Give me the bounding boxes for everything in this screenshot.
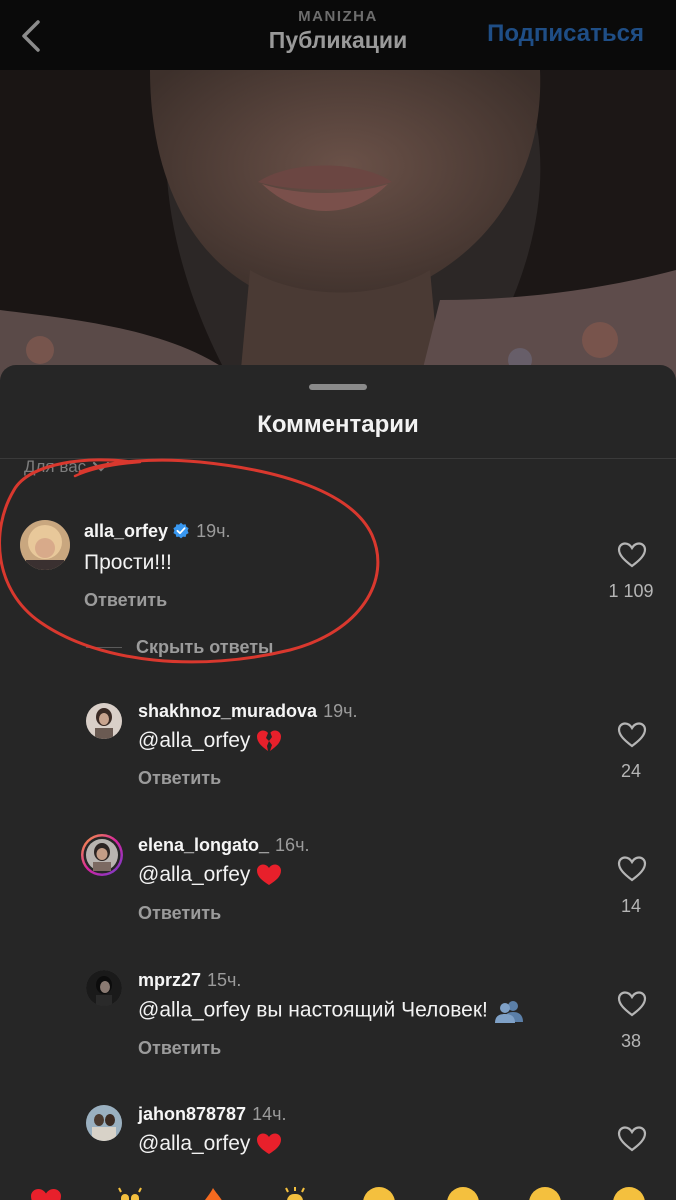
reply-time: 14ч. xyxy=(252,1104,287,1124)
red-heart-icon xyxy=(257,864,282,886)
reply-username[interactable]: mprz27 xyxy=(138,970,201,990)
fire-icon[interactable] xyxy=(196,1186,230,1200)
chevron-down-icon xyxy=(93,461,110,472)
mention-link[interactable]: @alla_orfey xyxy=(138,1132,250,1155)
comment-time: 19ч. xyxy=(196,521,231,541)
reply-meta: mprz27 15ч. xyxy=(138,970,241,991)
surprised-face-icon[interactable] xyxy=(528,1186,562,1200)
sheet-drag-handle[interactable] xyxy=(309,384,367,390)
reply-text: @alla_orfey xyxy=(138,1132,282,1156)
red-heart-icon xyxy=(257,1133,282,1155)
like-button[interactable] xyxy=(617,541,647,569)
reply-meta: shakhnoz_muradova 19ч. xyxy=(138,701,357,722)
like-count: 38 xyxy=(620,1031,642,1051)
heart-outline-icon xyxy=(617,542,647,568)
clapping-hands-icon[interactable] xyxy=(278,1186,312,1200)
reply-username[interactable]: shakhnoz_muradova xyxy=(138,701,317,721)
reply-button[interactable]: Ответить xyxy=(84,590,167,611)
like-count: 14 xyxy=(620,896,642,916)
sort-label: Для вас xyxy=(24,457,87,476)
like-count: 24 xyxy=(620,761,642,781)
like-button[interactable] xyxy=(617,721,647,749)
like-button[interactable] xyxy=(617,990,647,1018)
heart-outline-icon xyxy=(617,856,647,882)
top-bar: MANIZHA Публикации Подписаться xyxy=(0,0,676,70)
reply-meta: elena_longato_ 16ч. xyxy=(138,835,309,856)
reply-username[interactable]: jahon878787 xyxy=(138,1104,246,1124)
reply-text: @alla_orfey вы настоящий Человек! xyxy=(138,998,524,1024)
reply-time: 15ч. xyxy=(207,970,242,990)
post-photo xyxy=(0,70,676,380)
comments-sheet: Комментарии Для вас alla_orfey 19ч. Прост… xyxy=(0,365,676,1200)
avatar[interactable] xyxy=(86,970,122,1006)
reply-time: 16ч. xyxy=(275,835,310,855)
emoji-quick-bar xyxy=(0,1180,676,1200)
reply-button[interactable]: Ответить xyxy=(138,768,221,789)
red-heart-icon[interactable] xyxy=(29,1186,63,1200)
like-count: 1 109 xyxy=(608,581,654,601)
reply-time: 19ч. xyxy=(323,701,358,721)
reply-body: вы настоящий Человек! xyxy=(250,998,488,1022)
avatar[interactable] xyxy=(81,834,123,876)
reply-username[interactable]: elena_longato_ xyxy=(138,835,269,855)
sort-dropdown[interactable]: Для вас xyxy=(24,457,110,477)
mention-link[interactable]: @alla_orfey xyxy=(138,863,250,886)
mention-link[interactable]: @alla_orfey xyxy=(138,729,250,752)
avatar[interactable] xyxy=(86,1105,122,1141)
hide-replies-button[interactable]: Скрыть ответы xyxy=(86,637,273,658)
divider-line xyxy=(86,647,122,648)
raising-hands-icon[interactable] xyxy=(113,1186,147,1200)
like-button[interactable] xyxy=(617,1125,647,1153)
reply-button[interactable]: Ответить xyxy=(138,1038,221,1059)
heart-outline-icon xyxy=(617,722,647,748)
mention-link[interactable]: @alla_orfey xyxy=(138,999,250,1022)
heart-outline-icon xyxy=(617,991,647,1017)
follow-button[interactable]: Подписаться xyxy=(487,20,644,48)
heart-outline-icon xyxy=(617,1126,647,1152)
reply-text: @alla_orfey xyxy=(138,863,282,887)
reply-button[interactable]: Ответить xyxy=(138,903,221,924)
broken-heart-icon xyxy=(257,730,282,752)
heart-eyes-face-icon[interactable] xyxy=(446,1186,480,1200)
comments-title: Комментарии xyxy=(257,411,419,438)
comment-text: Прости!!! xyxy=(84,551,172,574)
hide-replies-label: Скрыть ответы xyxy=(136,637,274,657)
busts-in-silhouette-icon xyxy=(494,1001,523,1023)
crying-face-icon[interactable] xyxy=(362,1186,396,1200)
avatar[interactable] xyxy=(86,703,122,739)
avatar[interactable] xyxy=(20,520,70,570)
like-button[interactable] xyxy=(617,855,647,883)
reply-meta: jahon878787 14ч. xyxy=(138,1104,286,1125)
laughing-face-icon[interactable] xyxy=(612,1186,646,1200)
portrait-image xyxy=(0,70,676,380)
comment-username[interactable]: alla_orfey xyxy=(84,521,168,541)
verified-badge-icon xyxy=(173,522,189,539)
reply-text: @alla_orfey xyxy=(138,729,282,753)
comment-meta: alla_orfey 19ч. xyxy=(84,521,230,542)
